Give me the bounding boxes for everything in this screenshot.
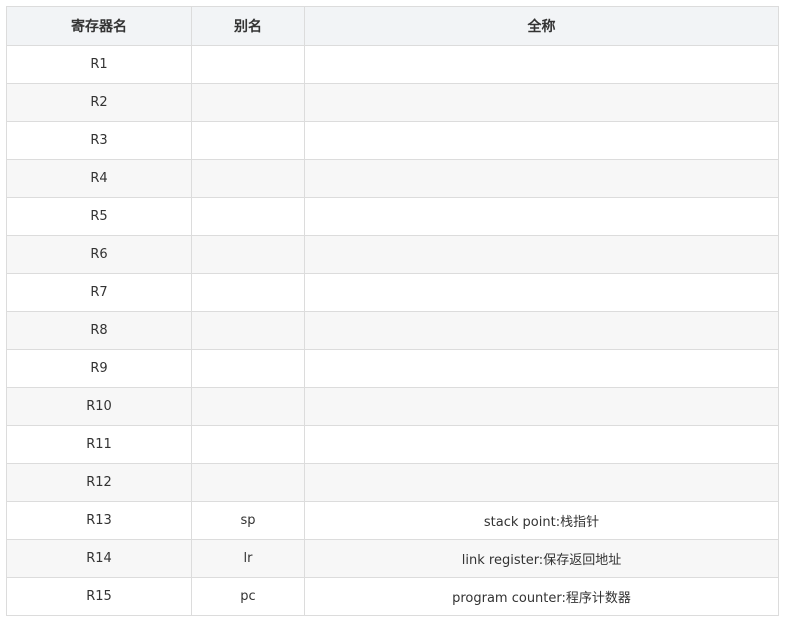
cell-full-name: program counter:程序计数器 xyxy=(304,577,779,616)
table-row: R2 xyxy=(6,83,779,122)
cell-alias: lr xyxy=(191,539,305,578)
cell-full-name xyxy=(304,463,779,502)
cell-register: R14 xyxy=(6,539,192,578)
cell-alias xyxy=(191,425,305,464)
cell-register: R2 xyxy=(6,83,192,122)
cell-full-name xyxy=(304,45,779,84)
cell-alias xyxy=(191,83,305,122)
cell-full-name: stack point:栈指针 xyxy=(304,501,779,540)
cell-register: R12 xyxy=(6,463,192,502)
cell-full-name xyxy=(304,121,779,160)
cell-register: R4 xyxy=(6,159,192,198)
cell-full-name xyxy=(304,387,779,426)
cell-register: R11 xyxy=(6,425,192,464)
cell-alias xyxy=(191,45,305,84)
table-row: R5 xyxy=(6,197,779,236)
table-row: R10 xyxy=(6,387,779,426)
table-row: R7 xyxy=(6,273,779,312)
cell-alias xyxy=(191,311,305,350)
cell-register: R15 xyxy=(6,577,192,616)
cell-full-name xyxy=(304,235,779,274)
cell-register: R3 xyxy=(6,121,192,160)
cell-register: R1 xyxy=(6,45,192,84)
cell-alias xyxy=(191,235,305,274)
table-row: R11 xyxy=(6,425,779,464)
cell-full-name xyxy=(304,197,779,236)
table-row: R6 xyxy=(6,235,779,274)
table-row: R14 lr link register:保存返回地址 xyxy=(6,539,779,578)
cell-register: R9 xyxy=(6,349,192,388)
cell-full-name: link register:保存返回地址 xyxy=(304,539,779,578)
register-table: 寄存器名 别名 全称 R1 R2 R3 R4 R5 R6 R7 R8 R9 R1… xyxy=(6,6,779,616)
cell-alias xyxy=(191,273,305,312)
cell-alias xyxy=(191,159,305,198)
register-table-container: 寄存器名 别名 全称 R1 R2 R3 R4 R5 R6 R7 R8 R9 R1… xyxy=(6,6,779,616)
cell-register: R13 xyxy=(6,501,192,540)
header-full-name: 全称 xyxy=(304,6,779,46)
table-row: R4 xyxy=(6,159,779,198)
cell-alias xyxy=(191,387,305,426)
table-row: R12 xyxy=(6,463,779,502)
table-row: R3 xyxy=(6,121,779,160)
table-row: R1 xyxy=(6,45,779,84)
cell-alias xyxy=(191,121,305,160)
cell-register: R7 xyxy=(6,273,192,312)
cell-full-name xyxy=(304,425,779,464)
table-row: R9 xyxy=(6,349,779,388)
cell-register: R8 xyxy=(6,311,192,350)
table-body: R1 R2 R3 R4 R5 R6 R7 R8 R9 R10 R11 R12 R… xyxy=(6,45,779,616)
cell-full-name xyxy=(304,349,779,388)
cell-alias: sp xyxy=(191,501,305,540)
cell-full-name xyxy=(304,311,779,350)
cell-full-name xyxy=(304,273,779,312)
cell-alias xyxy=(191,197,305,236)
cell-alias: pc xyxy=(191,577,305,616)
table-header-row: 寄存器名 别名 全称 xyxy=(6,6,779,46)
cell-register: R6 xyxy=(6,235,192,274)
cell-register: R5 xyxy=(6,197,192,236)
cell-full-name xyxy=(304,159,779,198)
cell-alias xyxy=(191,349,305,388)
cell-full-name xyxy=(304,83,779,122)
table-row: R13 sp stack point:栈指针 xyxy=(6,501,779,540)
header-alias: 别名 xyxy=(191,6,305,46)
table-row: R15 pc program counter:程序计数器 xyxy=(6,577,779,616)
header-register-name: 寄存器名 xyxy=(6,6,192,46)
table-row: R8 xyxy=(6,311,779,350)
cell-alias xyxy=(191,463,305,502)
cell-register: R10 xyxy=(6,387,192,426)
